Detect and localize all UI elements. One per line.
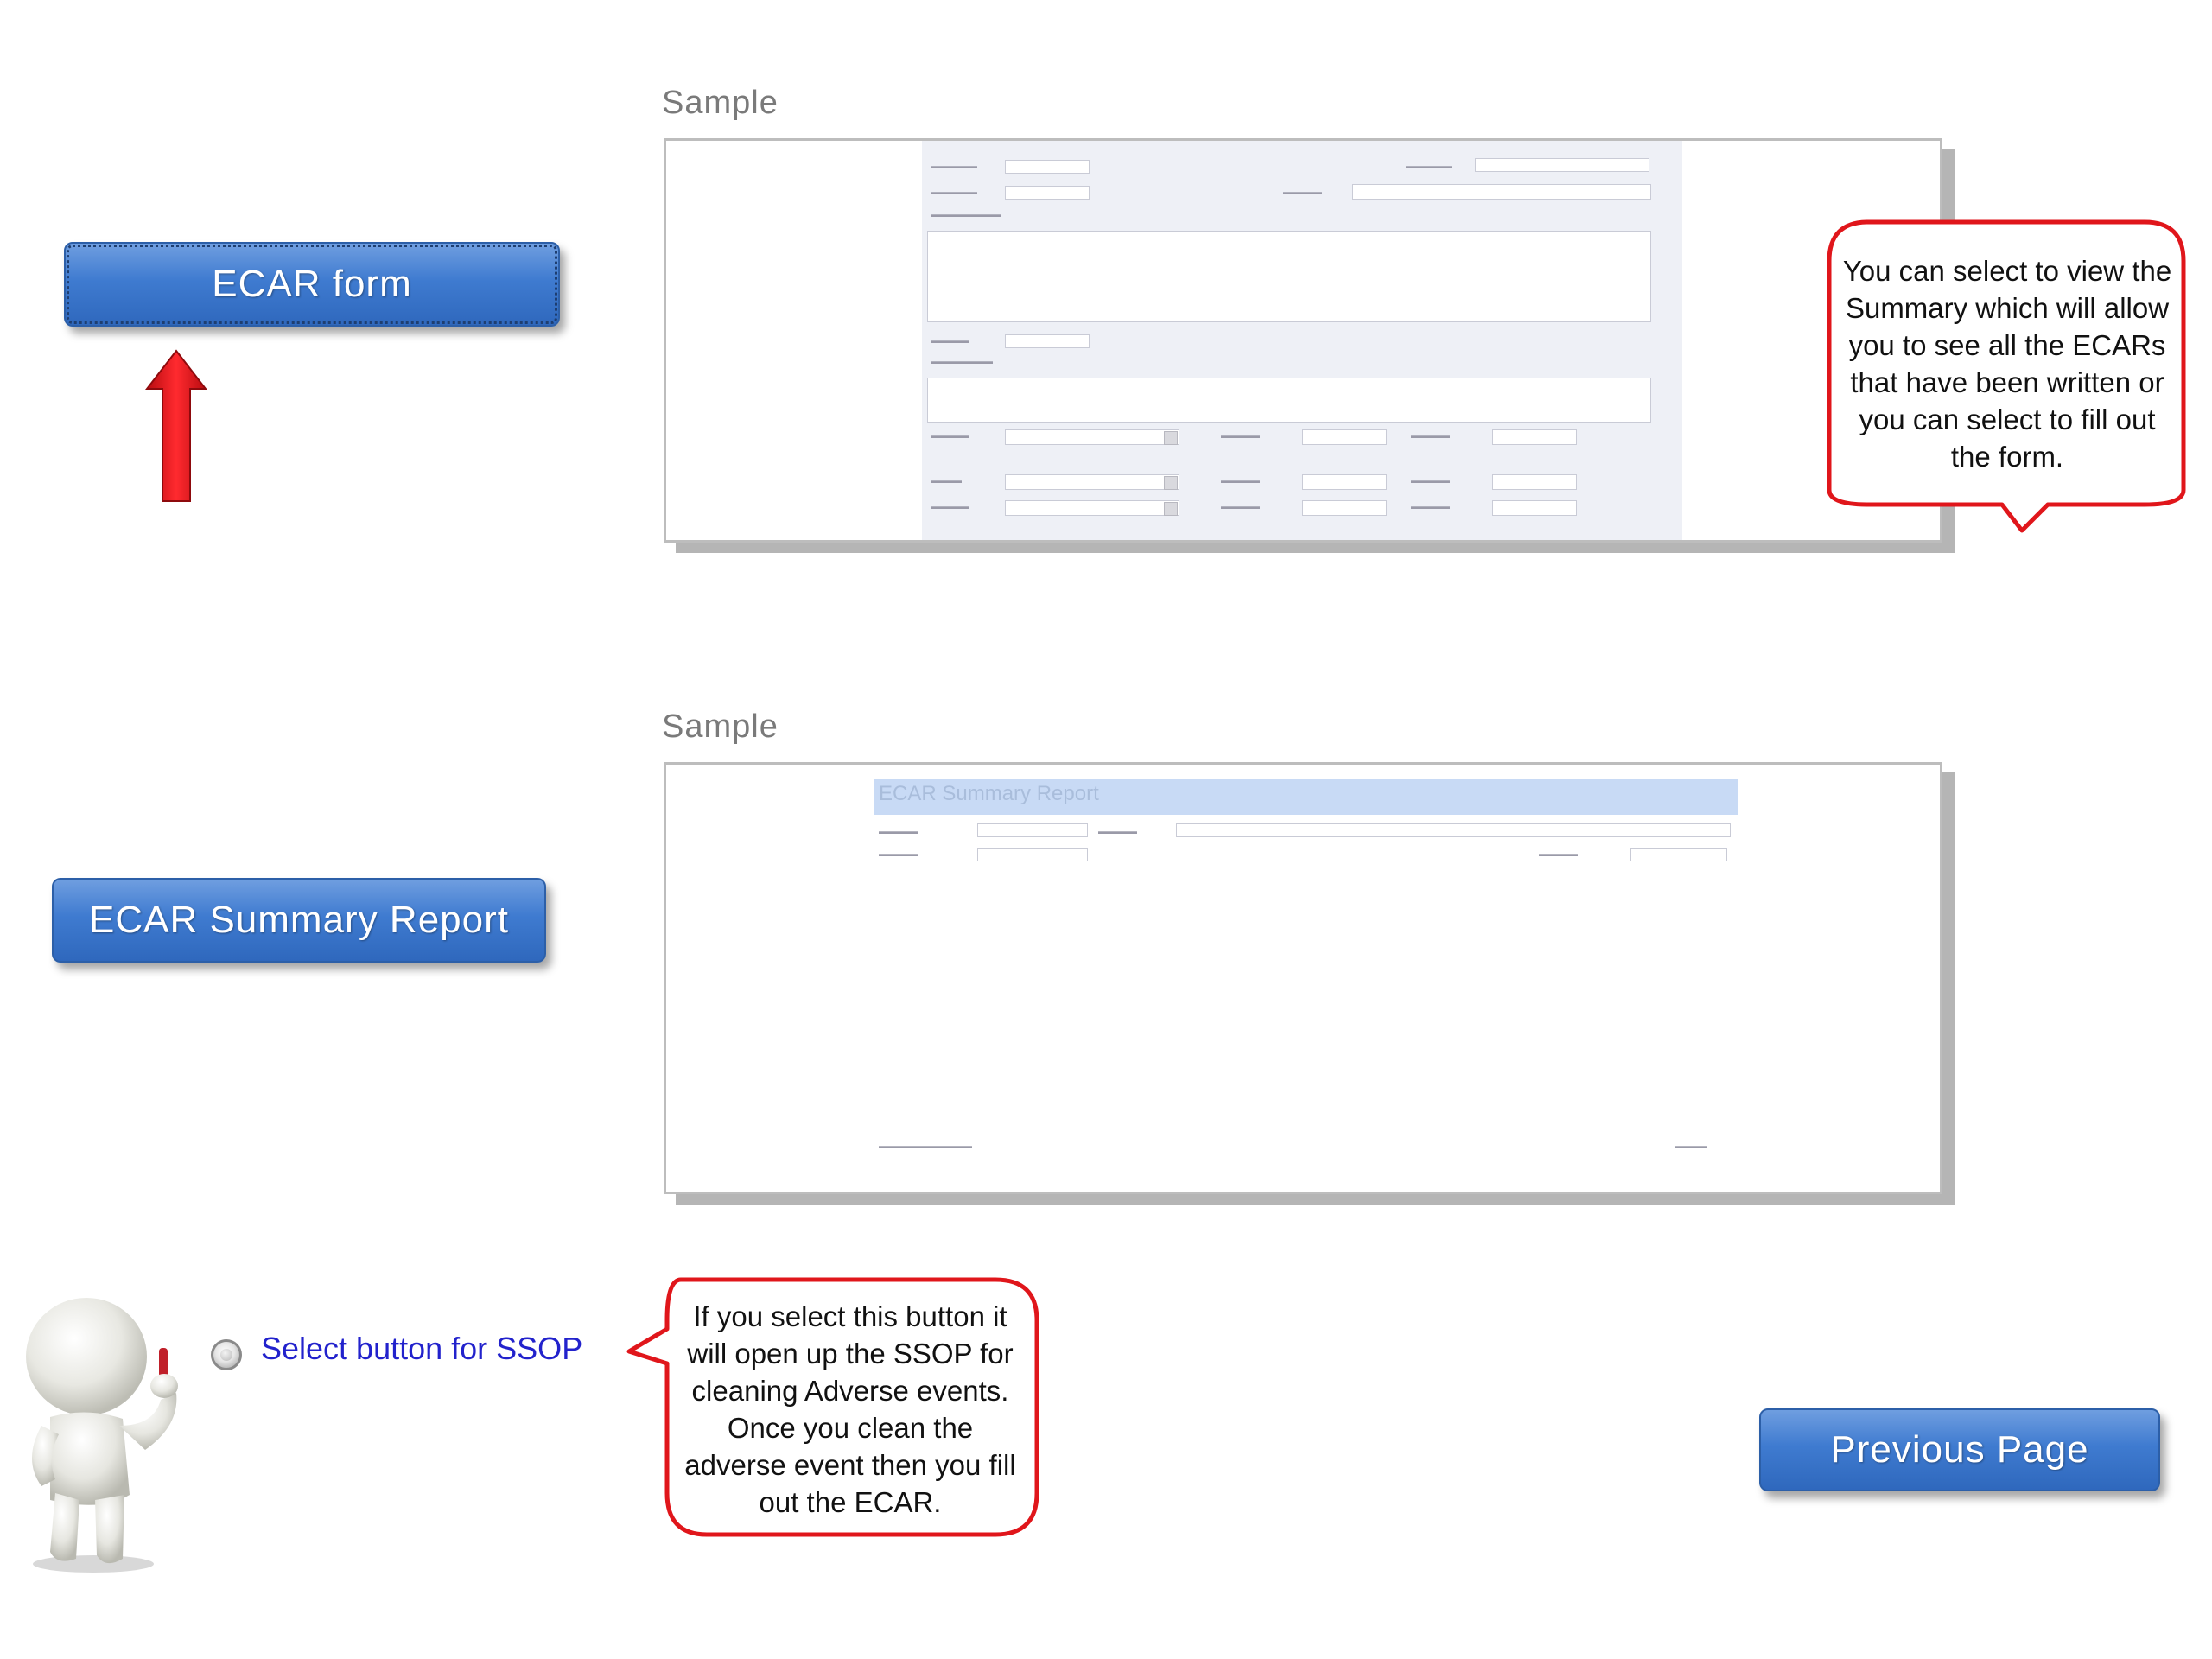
dropdown-arrow-icon [1164, 476, 1178, 490]
date-inspected-field [1302, 474, 1387, 490]
field-label: ▬▬▬▬▬ [1098, 827, 1137, 836]
report-date-requested-field [977, 848, 1088, 861]
field-label: ▬▬▬▬ [931, 476, 962, 485]
field-label: ▬▬▬▬▬ [879, 849, 918, 858]
report-preview-title: ECAR Summary Report [879, 782, 1099, 805]
report-footer-date: ▬▬▬▬▬▬▬▬▬▬▬▬ [879, 1141, 972, 1150]
further-action-field [927, 378, 1651, 423]
ecar-summary-report-button[interactable]: ECAR Summary Report [52, 878, 546, 963]
assigned-to-field [1005, 429, 1179, 445]
ecar-number-field [1005, 160, 1090, 174]
field-label: ▬▬▬▬▬ [1411, 502, 1450, 511]
date-completed-field [1302, 429, 1387, 445]
dropdown-arrow-icon [1164, 431, 1178, 445]
field-label: ▬▬▬▬▬ [931, 431, 969, 440]
date-returned-field [1302, 500, 1387, 516]
date-completed-2-field [1492, 429, 1577, 445]
field-label: ▬▬▬▬▬ [1221, 502, 1260, 511]
ssop-label[interactable]: Select button for SSOP [261, 1331, 582, 1367]
field-label: ▬▬▬▬▬ [1411, 431, 1450, 440]
date-requested-field [1005, 186, 1090, 200]
affected-area-field [1352, 184, 1651, 200]
up-arrow-icon [145, 349, 207, 502]
dropdown-arrow-icon [1164, 502, 1178, 516]
previous-page-button[interactable]: Previous Page [1759, 1408, 2160, 1491]
report-ecar-number-field [977, 823, 1088, 837]
requested-by-field [1475, 158, 1649, 172]
field-label: ▬▬▬▬▬▬ [931, 162, 977, 170]
ssop-callout-text: If you select this button it will open u… [684, 1300, 1016, 1518]
sample-label-form: Sample [662, 85, 779, 121]
corrective-action-field [927, 231, 1651, 322]
report-footer-page: ▬▬▬▬ [1675, 1141, 1707, 1150]
date-received-field [1005, 334, 1090, 348]
field-label: ▬▬▬▬▬ [1539, 849, 1578, 858]
field-label: ▬▬▬▬▬▬▬▬▬ [931, 210, 1001, 219]
form-panel: ▬▬▬▬▬▬ ▬▬▬▬▬▬ ▬▬▬▬▬▬ ▬▬▬▬▬ ▬▬▬▬▬▬▬▬▬ ▬▬▬… [922, 141, 1682, 540]
report-date-completed-field [1630, 848, 1727, 861]
time-returned-field [1492, 500, 1577, 516]
field-label: ▬▬▬▬▬ [1221, 431, 1260, 440]
field-label: ▬▬▬▬▬ [931, 336, 969, 345]
report-affected-area-field [1176, 823, 1731, 837]
inspected-by-field [1005, 474, 1179, 490]
field-label: ▬▬▬▬▬ [1411, 476, 1450, 485]
field-label: ▬▬▬▬▬ [1221, 476, 1260, 485]
field-label: ▬▬▬▬▬▬ [1406, 162, 1452, 170]
ssop-radio-button[interactable] [211, 1339, 242, 1370]
field-label: ▬▬▬▬▬ [931, 502, 969, 511]
field-label: ▬▬▬▬▬▬▬▬ [931, 357, 993, 365]
field-label: ▬▬▬▬▬ [879, 827, 918, 836]
ecar-summary-preview: ECAR Summary Report ▬▬▬▬▬ ▬▬▬▬▬ ▬▬▬▬▬ ▬▬… [664, 762, 1942, 1194]
sample-label-report: Sample [662, 709, 779, 745]
person-figure-icon [26, 1298, 178, 1573]
summary-callout-text: You can select to view the Summary which… [1842, 255, 2172, 473]
ecar-form-button[interactable]: ECAR form [64, 242, 560, 327]
ecar-recurrence-field [1005, 500, 1179, 516]
ecar-form-preview: ▬▬▬▬▬▬ ▬▬▬▬▬▬ ▬▬▬▬▬▬ ▬▬▬▬▬ ▬▬▬▬▬▬▬▬▬ ▬▬▬… [664, 138, 1942, 543]
field-label: ▬▬▬▬▬▬ [931, 188, 977, 196]
field-label: ▬▬▬▬▬ [1283, 188, 1322, 196]
time-inspected-field [1492, 474, 1577, 490]
